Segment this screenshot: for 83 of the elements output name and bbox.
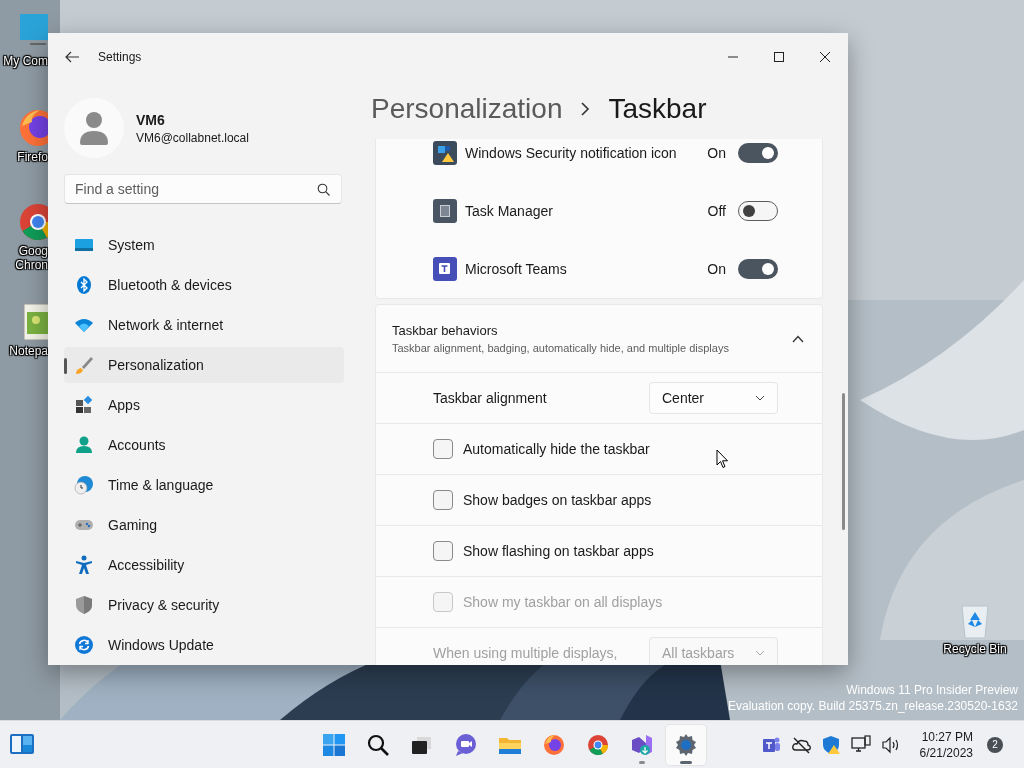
- chat-icon: [454, 732, 478, 757]
- sidebar-item[interactable]: Time & language: [64, 467, 344, 503]
- checkbox[interactable]: [433, 439, 453, 459]
- edition-text: Windows 11 Pro Insider Preview: [846, 682, 1018, 698]
- sidebar-item[interactable]: Network & internet: [64, 307, 344, 343]
- icon-label: Notepa: [8, 344, 48, 358]
- person-icon: [74, 435, 94, 455]
- selection-indicator: [64, 358, 67, 374]
- toggle-state: On: [707, 261, 726, 277]
- mouse-pointer-icon: [716, 449, 729, 469]
- bluetooth-icon: [74, 275, 94, 295]
- sidebar-item[interactable]: Windows Update: [64, 627, 344, 663]
- icon-label: Firefo: [16, 150, 48, 164]
- sidebar-item[interactable]: Bluetooth & devices: [64, 267, 344, 303]
- setting-label: Microsoft Teams: [465, 261, 568, 277]
- browser-icon: [542, 732, 566, 757]
- checkbox[interactable]: [433, 490, 453, 510]
- maximize-icon: [773, 51, 785, 63]
- gear-icon: [674, 732, 698, 757]
- sidebar-item[interactable]: Gaming: [64, 507, 344, 543]
- search-field[interactable]: Find a setting: [64, 174, 342, 204]
- search-icon: [317, 183, 330, 196]
- speaker-icon: [880, 734, 901, 755]
- toggle-switch[interactable]: [738, 259, 778, 279]
- chevron-up-icon: [792, 334, 804, 343]
- account-name: VM6: [136, 111, 166, 128]
- search-icon: [366, 732, 390, 757]
- sidebar-item[interactable]: System: [64, 227, 344, 263]
- clock-button[interactable]: 10:27 PM 6/21/2023: [905, 728, 981, 761]
- paintbrush-icon: [74, 355, 94, 375]
- teams-icon: [433, 257, 457, 281]
- shield-icon: [74, 595, 94, 615]
- checkbox-label: Show badges on taskbar apps: [463, 492, 652, 508]
- sidebar-item[interactable]: Apps: [64, 387, 344, 423]
- section-description: Taskbar alignment, badging, automatically hide, and multiple displays: [392, 342, 730, 354]
- person-icon: [79, 111, 109, 145]
- visual-studio-icon: [630, 732, 654, 757]
- icon-label: Recycle Bin: [943, 642, 1007, 656]
- close-icon: [819, 51, 831, 63]
- accessibility-icon: [74, 555, 94, 575]
- scrollbar-thumb[interactable]: [842, 393, 845, 530]
- task-manager-icon: [433, 199, 457, 223]
- toggle-switch[interactable]: [738, 143, 778, 163]
- setting-label: Task Manager: [465, 203, 554, 219]
- globe-clock-icon: [74, 475, 94, 495]
- notification-badge[interactable]: 2: [987, 736, 1003, 753]
- checkbox[interactable]: [433, 541, 453, 561]
- breadcrumb-link[interactable]: Personalization: [371, 93, 563, 125]
- running-indicator: [639, 760, 645, 764]
- setting-label: Taskbar alignment: [433, 390, 548, 406]
- window-title: Settings: [98, 50, 143, 64]
- browser-icon: [586, 732, 610, 757]
- start-icon: [322, 732, 346, 757]
- network-icon: [850, 734, 871, 755]
- setting-label: Windows Security notification icon: [465, 145, 678, 161]
- running-indicator: [680, 760, 692, 764]
- shield-warning-icon: [433, 141, 457, 165]
- chevron-down-icon: [755, 650, 765, 656]
- checkbox-label: Show flashing on taskbar apps: [463, 543, 654, 559]
- checkbox-label: Automatically hide the taskbar: [463, 441, 650, 457]
- apps-icon: [74, 395, 94, 415]
- account-email: VM6@collabnet.local: [136, 130, 249, 145]
- icon-label: Goog Chron: [14, 244, 48, 272]
- icon-label: My Com: [2, 54, 48, 68]
- chevron-down-icon: [755, 395, 765, 401]
- checkbox-label: Show my taskbar on all displays: [463, 594, 663, 610]
- setting-label: When using multiple displays,: [433, 645, 619, 661]
- back-arrow-icon: [64, 49, 80, 65]
- toggle-state: On: [707, 145, 726, 161]
- sidebar-item[interactable]: Accessibility: [64, 547, 344, 583]
- chevron-right-icon: [580, 102, 591, 116]
- dropdown[interactable]: Center: [649, 382, 778, 414]
- sidebar-item[interactable]: Accounts: [64, 427, 344, 463]
- edition-text: Evaluation copy. Build 25375.zn_release.230520-1632: [728, 698, 1018, 714]
- shield-warning-icon: [820, 734, 841, 755]
- sidebar-item[interactable]: Personalization: [64, 347, 344, 383]
- widgets-icon: [9, 733, 35, 755]
- page-title: Taskbar: [608, 93, 707, 125]
- sidebar-item[interactable]: Privacy & security: [64, 587, 344, 623]
- toggle-switch[interactable]: [738, 201, 778, 221]
- section-title: Taskbar behaviors: [392, 323, 499, 338]
- sync-icon: [74, 635, 94, 655]
- toggle-state: Off: [707, 203, 726, 219]
